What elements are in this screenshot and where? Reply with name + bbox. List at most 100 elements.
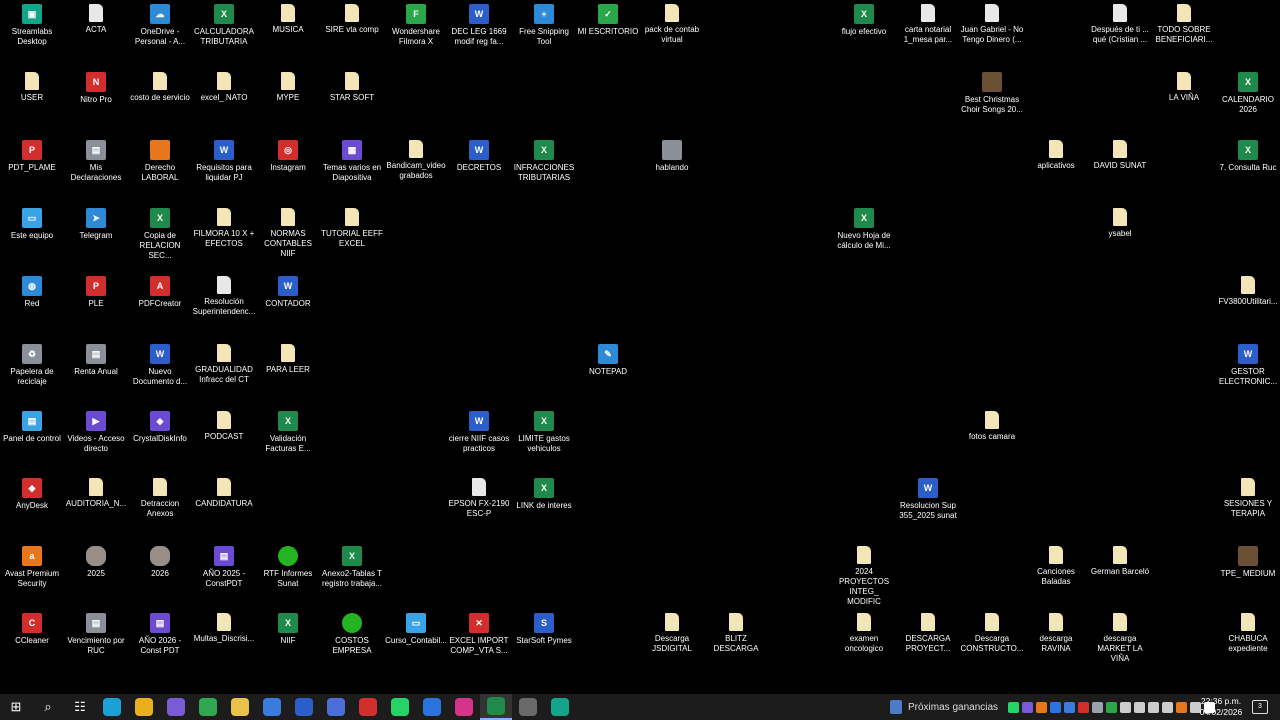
- anydesk-tray-icon[interactable]: [1078, 701, 1089, 713]
- news-widget[interactable]: Próximas ganancias: [890, 694, 998, 720]
- desktop-icon[interactable]: carta notarial 1_mesa par...: [896, 0, 960, 45]
- taskbar-app-button[interactable]: [480, 694, 512, 720]
- desktop-icon[interactable]: excel_ NATO: [192, 68, 256, 103]
- taskbar-app-button[interactable]: [352, 694, 384, 720]
- desktop-icon[interactable]: MUSICA: [256, 0, 320, 35]
- desktop-icon[interactable]: X LINK de interes: [512, 474, 576, 511]
- desktop-icon[interactable]: ▭ Curso_Contabil...: [384, 609, 448, 646]
- desktop-icon[interactable]: X NIIF: [256, 609, 320, 646]
- desktop-icon[interactable]: EPSON FX-2190 ESC-P: [447, 474, 511, 519]
- desktop-icon[interactable]: ✓ MI ESCRITORIO: [576, 0, 640, 37]
- desktop-icon[interactable]: ☁ OneDrive - Personal - A...: [128, 0, 192, 47]
- desktop-icon[interactable]: X Validación Facturas E...: [256, 407, 320, 454]
- desktop-icon[interactable]: FV3800Utilitari...: [1216, 272, 1280, 307]
- desktop-icon[interactable]: ▤ Mis Declaraciones: [64, 136, 128, 183]
- avast-tray-icon[interactable]: [1036, 701, 1047, 713]
- desktop-icon[interactable]: examen oncologico: [832, 609, 896, 654]
- security-tray-icon[interactable]: [1106, 701, 1117, 713]
- desktop-icon[interactable]: SIRE vta comp: [320, 0, 384, 35]
- desktop-icon[interactable]: X INFRACCIONES TRIBUTARIAS: [512, 136, 576, 183]
- taskbar-app-button[interactable]: [128, 694, 160, 720]
- desktop-icon[interactable]: ▭ Este equipo: [0, 204, 64, 241]
- desktop-icon[interactable]: Best Christmas Choir Songs 20...: [960, 68, 1024, 115]
- taskbar-app-button[interactable]: [224, 694, 256, 720]
- desktop-icon[interactable]: X 7. Consulta Ruc: [1216, 136, 1280, 173]
- desktop-icon[interactable]: X CALENDARIO 2026: [1216, 68, 1280, 115]
- desktop-icon[interactable]: RTF Informes Sunat: [256, 542, 320, 589]
- desktop-icon[interactable]: Canciones Baladas: [1024, 542, 1088, 587]
- desktop-icon[interactable]: ACTA: [64, 0, 128, 35]
- desktop-icon[interactable]: ➤ Telegram: [64, 204, 128, 241]
- meet-tray-icon[interactable]: [1050, 701, 1061, 713]
- desktop-icon[interactable]: X Anexo2-Tablas T registro trabaja...: [320, 542, 384, 589]
- desktop-icon[interactable]: FILMORA 10 X + EFECTOS: [192, 204, 256, 249]
- desktop-icon[interactable]: ▤ Panel de control: [0, 407, 64, 444]
- taskbar-app-button[interactable]: [256, 694, 288, 720]
- desktop-icon[interactable]: X LIMITE gastos vehiculos: [512, 407, 576, 454]
- clock[interactable]: 22:36 p.m. 04/02/2026: [1198, 696, 1244, 718]
- desktop-icon[interactable]: PARA LEER: [256, 340, 320, 375]
- desktop-icon[interactable]: Multas_Discrisi...: [192, 609, 256, 644]
- desktop-icon[interactable]: Juan Gabriel - No Tengo Dinero (...: [960, 0, 1024, 45]
- desktop-icon[interactable]: ♻ Papelera de reciclaje: [0, 340, 64, 387]
- desktop-icon[interactable]: W Requisitos para liquidar PJ: [192, 136, 256, 183]
- desktop-icon[interactable]: Xflujo efectivo: [832, 0, 896, 37]
- taskbar-app-button[interactable]: [96, 694, 128, 720]
- desktop-icon[interactable]: Descarga CONSTRUCTO...: [960, 609, 1024, 654]
- desktop-icon[interactable]: W GESTOR ELECTRONIC...: [1216, 340, 1280, 387]
- desktop-icon[interactable]: COSTOS EMPRESA: [320, 609, 384, 656]
- desktop-icon[interactable]: ◍ Red: [0, 272, 64, 309]
- desktop-icon[interactable]: ◎ Instagram: [256, 136, 320, 173]
- taskbar-app-button[interactable]: [320, 694, 352, 720]
- desktop-icon[interactable]: MYPE: [256, 68, 320, 103]
- desktop-icon[interactable]: USER: [0, 68, 64, 103]
- desktop-icon[interactable]: CHABUCA expediente: [1216, 609, 1280, 654]
- desktop-icon[interactable]: 2025: [64, 542, 128, 579]
- desktop-icon[interactable]: W CONTADOR: [256, 272, 320, 309]
- desktop-icon[interactable]: NORMAS CONTABLES NIIF: [256, 204, 320, 259]
- desktop-icon[interactable]: a Avast Premium Security: [0, 542, 64, 589]
- mic-tray-icon[interactable]: [1120, 701, 1131, 713]
- desktop-icon[interactable]: ◆ CrystalDiskInfo: [128, 407, 192, 444]
- desktop-icon[interactable]: ▤ Renta Anual: [64, 340, 128, 377]
- desktop-icon[interactable]: P PDT_PLAME: [0, 136, 64, 173]
- desktop-icon[interactable]: W DECRETOS: [447, 136, 511, 173]
- whatsapp-tray-icon[interactable]: [1008, 701, 1019, 713]
- desktop-icon[interactable]: + Free Snipping Tool: [512, 0, 576, 47]
- desktop-icon[interactable]: ▤ AÑO 2025 - ConstPDT: [192, 542, 256, 589]
- vpn-tray-icon[interactable]: [1064, 701, 1075, 713]
- desktop-icon[interactable]: X Copia de RELACION SEC...: [128, 204, 192, 261]
- desktop-icon[interactable]: LA VIÑA: [1152, 68, 1216, 103]
- desktop-icon[interactable]: hablando: [640, 136, 704, 173]
- desktop-icon[interactable]: S StarSoft Pymes: [512, 609, 576, 646]
- desktop-icon[interactable]: Derecho LABORAL: [128, 136, 192, 183]
- desktop-icon[interactable]: F Wondershare Filmora X: [384, 0, 448, 47]
- desktop-icon[interactable]: X Nuevo Hoja de cálculo de Mi...: [832, 204, 896, 251]
- desktop-icon[interactable]: STAR SOFT: [320, 68, 384, 103]
- desktop-icon[interactable]: A PDFCreator: [128, 272, 192, 309]
- search-button[interactable]: ⌕: [32, 694, 64, 720]
- onedrive-tray-icon[interactable]: [1092, 701, 1103, 713]
- desktop-icon[interactable]: 2024 PROYECTOS INTEG_ MODIFIC: [832, 542, 896, 607]
- desktop-icon[interactable]: ◆ AnyDesk: [0, 474, 64, 511]
- desktop-icon[interactable]: ▤ Vencimiento por RUC: [64, 609, 128, 656]
- desktop-icon[interactable]: CANDIDATURA: [192, 474, 256, 509]
- battery-tray-icon[interactable]: [1162, 701, 1173, 713]
- desktop-icon[interactable]: 2026: [128, 542, 192, 579]
- desktop-icon[interactable]: descarga RAVINA: [1024, 609, 1088, 654]
- desktop-icon[interactable]: ▶ Videos - Acceso directo: [64, 407, 128, 454]
- desktop-icon[interactable]: ✕ EXCEL IMPORT COMP_VTA S...: [447, 609, 511, 656]
- desktop-icon[interactable]: AUDITORIA_N...: [64, 474, 128, 509]
- desktop-icon[interactable]: Después de ti ... qué (Cristian ...: [1088, 0, 1152, 45]
- desktop-icon[interactable]: costo de servicio: [128, 68, 192, 103]
- desktop-icon[interactable]: ▦ Temas varios en Diapositiva: [320, 136, 384, 183]
- desktop-icon[interactable]: Descarga JSDIGITAL: [640, 609, 704, 654]
- desktop-icon[interactable]: ✎ NOTEPAD: [576, 340, 640, 377]
- taskbar-app-button[interactable]: [160, 694, 192, 720]
- desktop-icon[interactable]: TPE_ MEDIUM: [1216, 542, 1280, 579]
- network-tray-icon[interactable]: [1134, 701, 1145, 713]
- taskbar-app-button[interactable]: [512, 694, 544, 720]
- avast-alert-tray-icon[interactable]: [1176, 701, 1187, 713]
- desktop-icon[interactable]: TUTORIAL EEFF EXCEL: [320, 204, 384, 249]
- desktop-icon[interactable]: German Barceló: [1088, 542, 1152, 577]
